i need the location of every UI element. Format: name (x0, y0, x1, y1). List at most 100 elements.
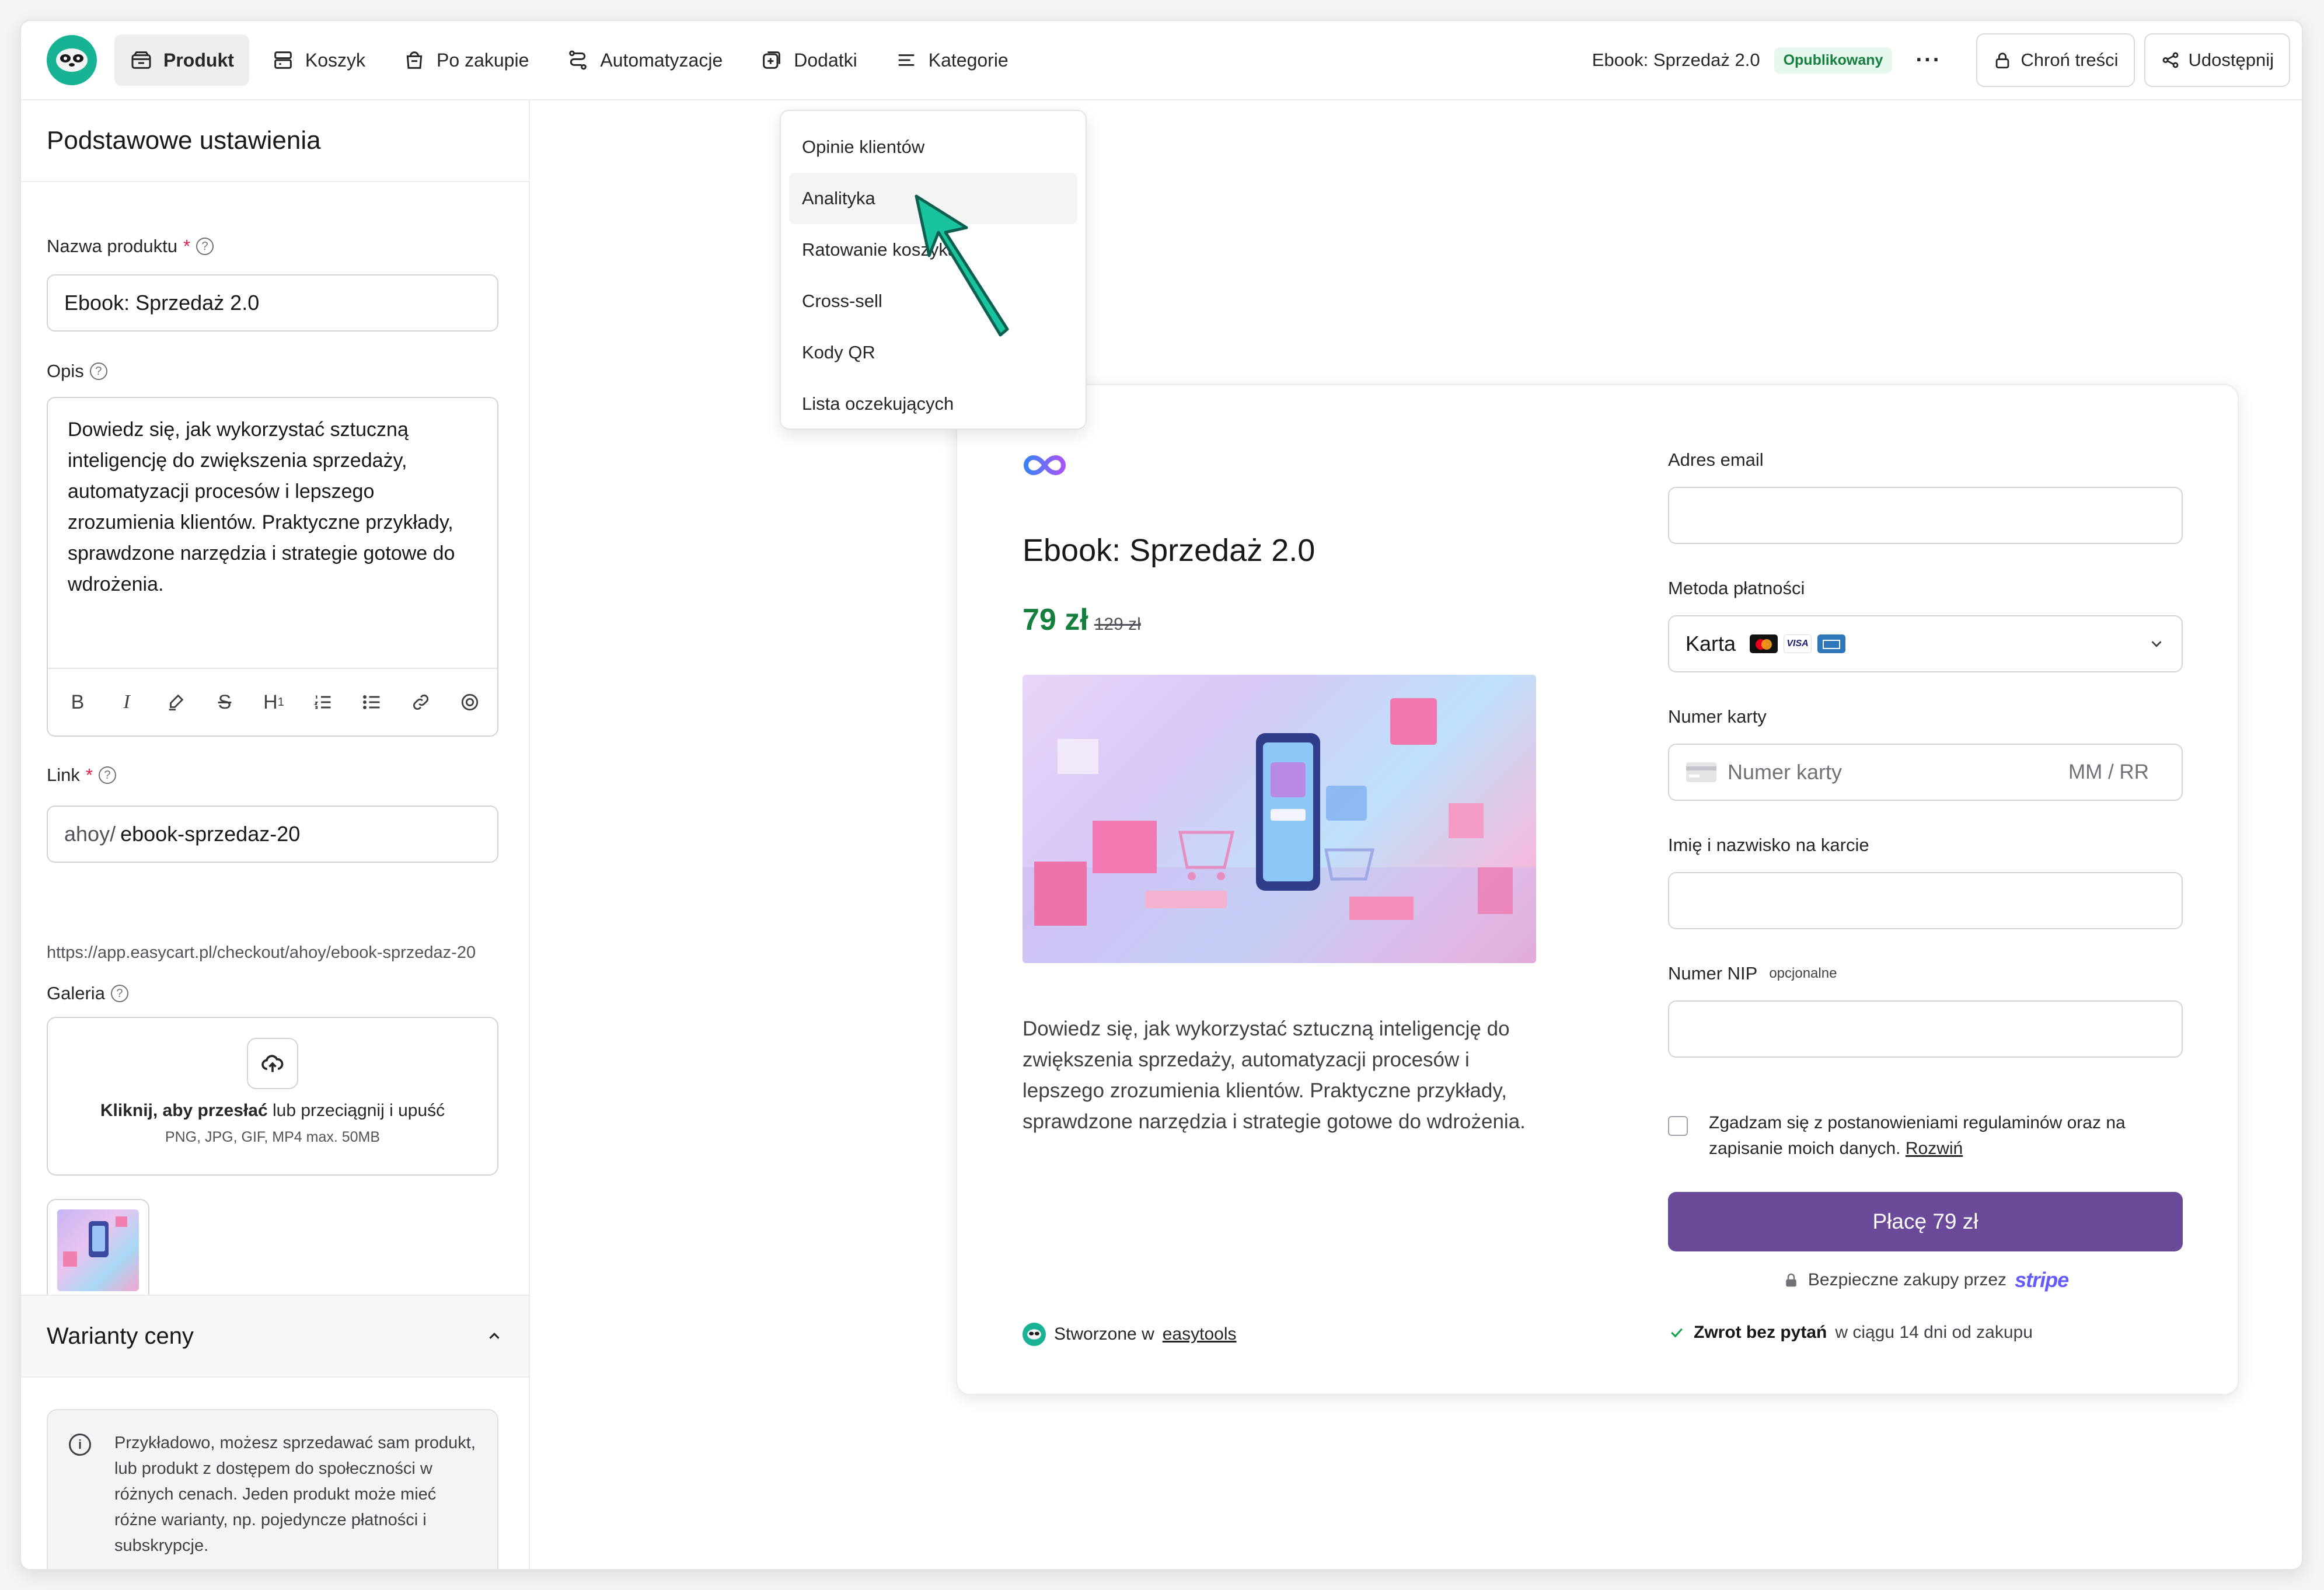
app-window: Produkt Koszyk Po zakupie Automatyzacje … (20, 20, 2303, 1570)
cardholder-label: Imię i nazwisko na karcie (1668, 835, 1869, 855)
gallery-label: Galeria ? (47, 983, 128, 1004)
nav-label: Dodatki (794, 49, 857, 71)
chevron-down-icon (2151, 641, 2162, 647)
product-name-input[interactable]: Ebook: Sprzedaż 2.0 (47, 274, 498, 332)
lock-icon (1996, 53, 2009, 69)
easytools-logo-icon (1023, 1323, 1046, 1346)
nav-koszyk[interactable]: Koszyk (256, 34, 381, 86)
heading-icon[interactable]: H1 (257, 685, 291, 719)
link-slug[interactable]: ebook-sprzedaz-20 (120, 822, 300, 846)
required-marker: * (85, 765, 93, 785)
label-text: Nazwa produktu (47, 236, 178, 256)
protect-content-button[interactable]: Chroń treści (1976, 33, 2135, 87)
share-label: Udostępnij (2188, 50, 2274, 70)
share-icon (2162, 52, 2178, 68)
checkout-url[interactable]: https://app.easycart.pl/checkout/ahoy/eb… (47, 943, 502, 963)
email-input[interactable] (1668, 487, 2183, 544)
stripe-logo: stripe (2015, 1268, 2069, 1292)
terms-checkbox[interactable] (1668, 1116, 1688, 1136)
check-icon (1671, 1328, 1683, 1338)
checkout-preview-card: Ebook: Sprzedaż 2.0 79 zł 129 zł Dowiedz… (956, 384, 2239, 1395)
card-number-input[interactable]: Numer karty MM / RR (1668, 744, 2183, 801)
expiry-placeholder[interactable]: MM / RR (2068, 761, 2149, 784)
expand-link[interactable]: Rozwiń (1906, 1139, 1963, 1158)
card-number-placeholder: Numer karty (1728, 760, 1843, 784)
variants-info-box: i Przykładowo, możesz sprzedawać sam pro… (47, 1409, 498, 1569)
terms-consent: Zgadzam się z postanowieniami regulaminó… (1709, 1110, 2176, 1162)
app-logo[interactable] (47, 35, 97, 85)
help-icon[interactable]: ? (98, 766, 116, 784)
payment-method-select[interactable]: Karta VISA (1668, 615, 2183, 672)
easytools-link[interactable]: easytools (1163, 1324, 1237, 1344)
strikethrough-icon[interactable]: S (208, 685, 242, 719)
lock-icon (1786, 1273, 1796, 1287)
card-number-label: Numer karty (1668, 706, 1767, 727)
emoji-icon[interactable] (453, 685, 487, 719)
description-label: Opis ? (47, 361, 107, 382)
info-icon: i (69, 1434, 91, 1456)
nav-po-zakupie[interactable]: Po zakupie (388, 34, 544, 86)
help-icon[interactable]: ? (89, 362, 107, 380)
gallery-thumbnail[interactable] (47, 1199, 149, 1302)
description-editor[interactable]: Dowiedz się, jak wykorzystać sztuczną in… (47, 397, 498, 737)
nav-dodatki[interactable]: Dodatki (745, 34, 873, 86)
annotation-arrow-icon (915, 194, 1009, 337)
help-icon[interactable]: ? (110, 985, 128, 1002)
cart-icon (274, 51, 292, 69)
email-label: Adres email (1668, 449, 1764, 470)
cardholder-input[interactable] (1668, 872, 2183, 929)
menu-item-lista-oczekujacych[interactable]: Lista oczekujących (789, 378, 1077, 430)
label-text: Galeria (47, 983, 105, 1003)
secure-payment-note: Bezpieczne zakupy przez stripe (1668, 1268, 2183, 1292)
label-text: Opis (47, 361, 84, 381)
shopping-illustration (1023, 698, 1536, 963)
italic-icon[interactable]: I (110, 685, 144, 719)
more-options-icon[interactable]: ··· (1915, 48, 1941, 73)
link-icon[interactable] (404, 685, 438, 719)
status-badge: Opublikowany (1774, 47, 1893, 74)
product-name: Ebook: Sprzedaż 2.0 (1592, 50, 1760, 70)
link-prefix: ahoy/ (64, 822, 116, 846)
refund-rest: w ciągu 14 dni od zakupu (1835, 1323, 2033, 1342)
price-variants-header[interactable]: Warianty ceny (21, 1295, 529, 1378)
refund-bold: Zwrot bez pytań (1694, 1323, 1827, 1342)
product-name-label: Nazwa produktu * ? (47, 236, 214, 257)
nip-label: Numer NIP opcjonalne (1668, 963, 1837, 984)
optional-tag: opcjonalne (1769, 965, 1837, 981)
old-price: 129 zł (1094, 615, 1141, 634)
pay-button[interactable]: Płacę 79 zł (1668, 1192, 2183, 1251)
top-navigation: Produkt Koszyk Po zakupie Automatyzacje … (21, 21, 2302, 100)
nav-label: Kategorie (928, 49, 1009, 71)
description-text[interactable]: Dowiedz się, jak wykorzystać sztuczną in… (68, 414, 476, 600)
bold-icon[interactable]: B (61, 685, 95, 719)
help-icon[interactable]: ? (196, 238, 214, 255)
ordered-list-icon[interactable] (306, 685, 340, 719)
nip-input[interactable] (1668, 1000, 2183, 1058)
nav-label: Koszyk (305, 49, 366, 71)
link-input[interactable]: ahoy/ ebook-sprzedaz-20 (47, 806, 498, 863)
upload-dropzone[interactable]: Kliknij, aby przesłać lub przeciągnij i … (47, 1017, 498, 1176)
protect-label: Chroń treści (2021, 50, 2119, 70)
highlighter-icon[interactable] (159, 685, 193, 719)
sloth-logo-icon (56, 48, 88, 72)
variants-title: Warianty ceny (47, 1323, 194, 1349)
secure-text: Bezpieczne zakupy przez (1807, 1270, 2007, 1289)
menu-lines-icon (898, 54, 915, 66)
upload-click-text[interactable]: Kliknij, aby przesłać (100, 1101, 268, 1120)
menu-item-opinie[interactable]: Opinie klientów (789, 121, 1077, 173)
nav-kategorie[interactable]: Kategorie (880, 34, 1024, 86)
bullet-list-icon[interactable] (355, 685, 389, 719)
payment-method-value: Karta (1686, 632, 1736, 655)
credit-card-icon (1686, 762, 1716, 782)
visa-icon: VISA (1784, 634, 1812, 653)
chevron-up-icon[interactable] (486, 1327, 503, 1345)
share-button[interactable]: Udostępnij (2144, 33, 2290, 87)
product-status: Ebook: Sprzedaż 2.0 Opublikowany (1592, 47, 1893, 74)
product-title: Ebook: Sprzedaż 2.0 (1023, 533, 1315, 568)
nav-label: Produkt (163, 49, 234, 71)
nav-automatyzacje[interactable]: Automatyzacje (551, 34, 738, 86)
nav-label: Po zakupie (437, 49, 529, 71)
upload-cloud-icon (247, 1038, 298, 1089)
nav-produkt[interactable]: Produkt (114, 34, 249, 86)
product-hero-image (1023, 675, 1536, 963)
